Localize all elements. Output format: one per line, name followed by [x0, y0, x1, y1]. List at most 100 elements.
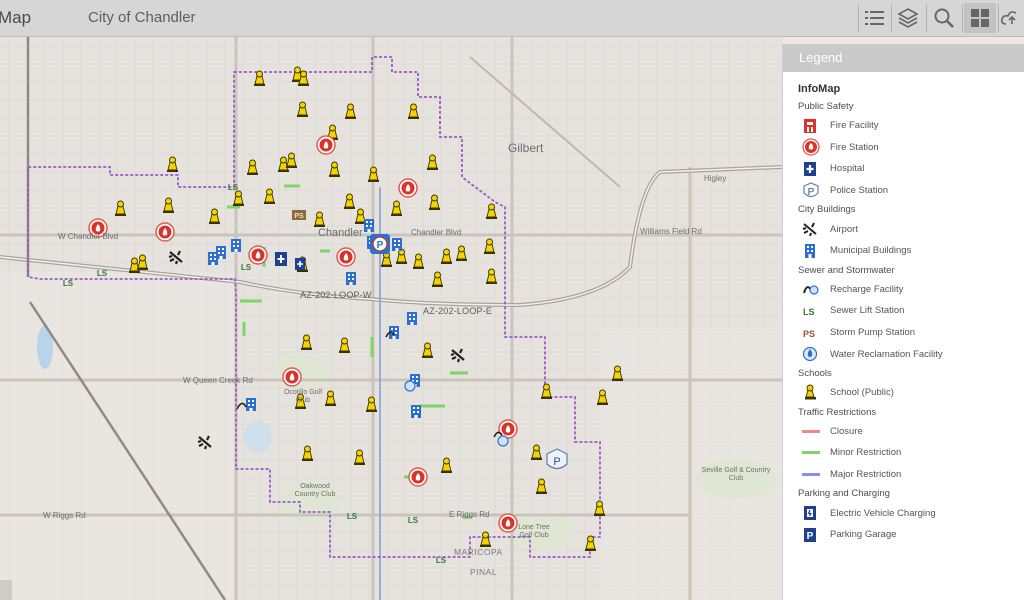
- map-view[interactable]: LS: [0, 37, 782, 600]
- svg-text:P: P: [553, 456, 560, 468]
- legend-item-closure: Closure: [798, 421, 1024, 443]
- label-az202-e: AZ-202-LOOP-E: [423, 306, 493, 316]
- sewer-lift-station-icon: LS: [803, 307, 815, 317]
- toolbar-divider: [962, 4, 963, 32]
- storm-pump-station-icon: PS: [803, 329, 815, 339]
- label-ocotillo-golf-club: Ocotillo Golf Club: [283, 389, 323, 404]
- legend-group-schools: Schools: [798, 367, 832, 379]
- legend-group-sewer-stormwater: Sewer and Stormwater: [798, 264, 895, 276]
- legend-label: Fire Facility: [830, 120, 879, 132]
- legend-label: Municipal Buildings: [830, 245, 912, 257]
- grid-icon: [971, 9, 989, 27]
- basemap-gallery-button[interactable]: [964, 3, 996, 33]
- label-w-riggs-rd: W Riggs Rd: [43, 511, 86, 520]
- legend-item-ev-charging: Electric Vehicle Charging: [798, 502, 1024, 524]
- parking-garage-icon: P: [804, 527, 816, 542]
- svg-text:P: P: [377, 240, 384, 251]
- label-chandler: Chandler: [318, 227, 363, 239]
- minor-restriction-line-icon: [802, 451, 820, 455]
- label-gilbert: Gilbert: [508, 141, 544, 155]
- legend-item-school: School (Public): [798, 382, 1024, 404]
- legend-item-major-restriction: Major Restriction: [798, 464, 1024, 486]
- label-seville-golf: Seville Golf & Country Club: [701, 467, 771, 482]
- list-icon: [865, 11, 884, 25]
- legend-label: Fire Station: [830, 141, 879, 153]
- label-chandler-blvd: Chandler Blvd: [411, 228, 462, 237]
- city-title: City of Chandler: [88, 9, 196, 26]
- police-station-icon: P: [803, 181, 819, 198]
- label-oakwood-country-club: Oakwood Country Club: [294, 483, 336, 498]
- label-williams-field-rd: Williams Field Rd: [640, 227, 702, 236]
- svg-text:PS: PS: [803, 329, 815, 339]
- water-reclamation-icon: [802, 347, 818, 362]
- legend-label: Closure: [830, 425, 863, 437]
- ev-charging-icon: [804, 506, 816, 521]
- legend-title: InfoMap: [798, 83, 841, 95]
- legend-label: Hospital: [830, 163, 865, 175]
- legend-item-water-reclamation: Water Reclamation Facility: [798, 343, 1024, 365]
- layers-icon: [897, 8, 919, 28]
- legend-item-fire-facility: Fire Facility: [798, 115, 1024, 137]
- search-icon: [934, 8, 954, 28]
- fire-station-icon: [802, 138, 820, 157]
- legend-item-recharge-facility: Recharge Facility: [798, 279, 1024, 301]
- legend-item-sewer-lift-station: LS Sewer Lift Station: [798, 300, 1024, 322]
- legend-label: Major Restriction: [830, 469, 902, 481]
- toolbar-divider: [998, 4, 999, 32]
- label-e-riggs-rd: E Riggs Rd: [449, 510, 490, 519]
- label-higley: Higley: [704, 174, 727, 183]
- svg-text:PS: PS: [294, 213, 304, 220]
- legend-label: Parking Garage: [830, 529, 897, 541]
- legend-item-municipal-buildings: Municipal Buildings: [798, 240, 1024, 262]
- hospital-icon: [804, 161, 816, 176]
- label-az202-w: AZ-202-LOOP-W: [300, 290, 372, 300]
- legend-item-airport: Airport: [798, 218, 1024, 240]
- recharge-facility-icon: [803, 285, 819, 295]
- legend-label: Sewer Lift Station: [830, 305, 905, 317]
- svg-text:LS: LS: [803, 307, 815, 317]
- label-w-chandler-blvd: W Chandler Blvd: [58, 232, 119, 241]
- app-title: Map: [0, 8, 32, 27]
- legend-label: Police Station: [830, 185, 889, 197]
- legend-item-police-station: P Police Station: [798, 180, 1024, 202]
- map-canvas[interactable]: LS: [0, 37, 782, 600]
- legend-group-city-buildings: City Buildings: [798, 204, 856, 216]
- legend-group-public-safety: Public Safety: [798, 101, 854, 112]
- airport-icon: [802, 222, 817, 237]
- municipal-building-icon: [805, 243, 815, 258]
- toolbar-divider: [926, 4, 927, 32]
- legend-header: Legend: [783, 44, 1024, 72]
- legend-label: Storm Pump Station: [830, 327, 916, 339]
- legend-body: InfoMap Public Safety Fire Facility Fire…: [783, 72, 1024, 546]
- legend-item-parking-garage: P Parking Garage: [798, 524, 1024, 546]
- legend-label: Airport: [830, 223, 858, 235]
- layers-button[interactable]: [892, 3, 924, 33]
- legend-list-button[interactable]: [859, 3, 891, 33]
- cloud-icon: [1001, 11, 1017, 25]
- major-restriction-line-icon: [802, 473, 820, 477]
- legend-label: Minor Restriction: [830, 447, 902, 459]
- legend-item-storm-pump-station: PS Storm Pump Station: [798, 322, 1024, 344]
- label-w-queen-creek-rd: W Queen Creek Rd: [183, 376, 253, 385]
- top-bar: Map City of Chandler: [0, 0, 1024, 37]
- legend-item-hospital: Hospital: [798, 158, 1024, 180]
- closure-line-icon: [802, 429, 820, 433]
- legend-label: School (Public): [830, 387, 894, 399]
- fire-facility-icon: [804, 118, 816, 133]
- search-button[interactable]: [928, 3, 960, 33]
- svg-text:P: P: [807, 531, 814, 542]
- label-maricopa: MARICOPA: [454, 547, 503, 557]
- share-button[interactable]: [1000, 3, 1024, 33]
- svg-text:P: P: [808, 187, 815, 198]
- label-pinal: PINAL: [470, 567, 498, 577]
- label-lone-tree-golf-club: Lone Tree Golf Club: [518, 524, 550, 539]
- legend-item-minor-restriction: Minor Restriction: [798, 442, 1024, 464]
- legend-group-traffic-restrictions: Traffic Restrictions: [798, 406, 877, 418]
- legend-item-fire-station: Fire Station: [798, 137, 1024, 159]
- legend-group-parking-charging: Parking and Charging: [798, 488, 890, 500]
- school-icon: [805, 384, 816, 400]
- legend-label: Water Reclamation Facility: [830, 348, 943, 360]
- legend-label: Recharge Facility: [830, 283, 904, 295]
- legend-panel: Legend InfoMap Public Safety Fire Facili…: [782, 44, 1024, 600]
- legend-label: Electric Vehicle Charging: [830, 507, 936, 519]
